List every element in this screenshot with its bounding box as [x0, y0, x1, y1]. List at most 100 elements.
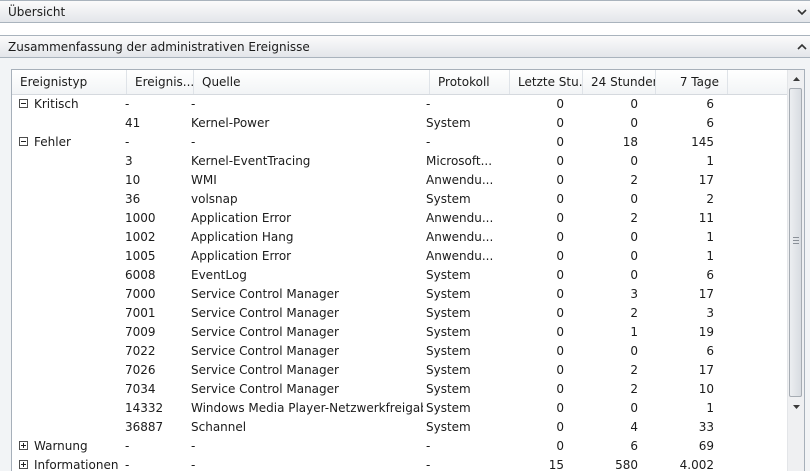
cell-event-type	[34, 247, 127, 266]
cell-24-hours: 0	[630, 344, 638, 358]
cell-7-days: 4.002	[679, 458, 714, 471]
cell-24-hours: 0	[630, 249, 638, 263]
table-row[interactable]: 1005 Application Error Anwendu... 0 0 1	[12, 247, 788, 266]
scroll-down-arrow-icon[interactable]	[788, 398, 804, 415]
cell-event-id: 1000	[125, 211, 156, 225]
table-row[interactable]: 3 Kernel-EventTracing Microsoft... 0 0 1	[12, 152, 788, 171]
table-row[interactable]: Warnung - - - 0 6 69	[12, 437, 788, 456]
column-header-source[interactable]: Quelle	[194, 70, 430, 94]
table-row[interactable]: 6008 EventLog System 0 0 6	[12, 266, 788, 285]
cell-7-days: 17	[698, 287, 714, 301]
cell-log: System	[426, 192, 471, 206]
cell-log: System	[426, 401, 471, 415]
cell-event-type	[34, 342, 127, 361]
table-row[interactable]: 36 volsnap System 0 0 2	[12, 190, 788, 209]
table-row[interactable]: 7026 Service Control Manager System 0 2 17	[12, 361, 788, 380]
cell-7-days: 69	[698, 439, 714, 453]
cell-log: Anwendu...	[426, 173, 494, 187]
cell-7-days: 10	[698, 382, 714, 396]
expand-plus-icon[interactable]	[19, 460, 28, 469]
expand-chevron-icon[interactable]	[796, 41, 808, 53]
vertical-scrollbar[interactable]	[787, 70, 804, 471]
collapse-minus-icon[interactable]	[19, 137, 28, 146]
cell-event-type	[34, 266, 127, 285]
admin-events-grid: Ereignistyp Ereignis... Quelle Protokoll…	[11, 69, 805, 471]
cell-source: Service Control Manager	[191, 382, 339, 396]
table-row[interactable]: 7001 Service Control Manager System 0 2 3	[12, 304, 788, 323]
cell-7-days: 1	[706, 401, 714, 415]
cell-7-days: 3	[706, 306, 714, 320]
cell-event-id: 1005	[125, 249, 156, 263]
cell-24-hours: 0	[630, 154, 638, 168]
cell-source: Schannel	[191, 420, 247, 434]
scrollbar-grip-icon	[793, 237, 799, 244]
table-row[interactable]: 36887 Schannel System 0 4 33	[12, 418, 788, 437]
column-header-event-id[interactable]: Ereignis...	[127, 70, 194, 94]
table-row[interactable]: 1002 Application Hang Anwendu... 0 0 1	[12, 228, 788, 247]
scrollbar-thumb[interactable]	[789, 88, 802, 397]
overview-section-header[interactable]: Übersicht	[0, 0, 810, 23]
cell-event-type	[34, 152, 127, 171]
cell-last-hour: 0	[556, 249, 564, 263]
cell-7-days: 19	[698, 325, 714, 339]
cell-log: Anwendu...	[426, 230, 494, 244]
cell-last-hour: 0	[556, 154, 564, 168]
collapse-minus-icon[interactable]	[19, 99, 28, 108]
table-row[interactable]: 7000 Service Control Manager System 0 3 17	[12, 285, 788, 304]
cell-7-days: 11	[698, 211, 714, 225]
cell-source: Service Control Manager	[191, 306, 339, 320]
table-row[interactable]: 7022 Service Control Manager System 0 0 6	[12, 342, 788, 361]
scroll-up-arrow-icon[interactable]	[788, 70, 804, 87]
cell-7-days: 6	[706, 97, 714, 111]
cell-last-hour: 0	[556, 420, 564, 434]
table-row[interactable]: 7009 Service Control Manager System 0 1 19	[12, 323, 788, 342]
cell-event-id: 7000	[125, 287, 156, 301]
table-row[interactable]: 14332 Windows Media Player-Netzwerkfreiga…	[12, 399, 788, 418]
cell-source: -	[191, 97, 196, 111]
column-header-event-type[interactable]: Ereignistyp	[12, 70, 127, 94]
admin-events-summary-header[interactable]: Zusammenfassung der administrativen Erei…	[0, 35, 810, 58]
table-row[interactable]: Fehler - - - 0 18 145	[12, 133, 788, 152]
cell-last-hour: 0	[556, 116, 564, 130]
cell-24-hours: 2	[630, 173, 638, 187]
cell-source: Application Hang	[191, 230, 294, 244]
expand-plus-icon[interactable]	[19, 441, 28, 450]
cell-24-hours: 0	[630, 97, 638, 111]
cell-event-type	[34, 304, 127, 323]
cell-24-hours: 0	[630, 268, 638, 282]
cell-source: -	[191, 135, 196, 149]
collapse-chevron-icon[interactable]	[796, 6, 808, 18]
table-row[interactable]: 7034 Service Control Manager System 0 2 10	[12, 380, 788, 399]
cell-event-id: 10	[125, 173, 141, 187]
cell-last-hour: 0	[556, 97, 564, 111]
cell-source: WMI	[191, 173, 217, 187]
cell-event-id: -	[125, 97, 130, 111]
cell-source: EventLog	[191, 268, 247, 282]
column-header-7-days[interactable]: 7 Tage	[656, 70, 728, 94]
column-header-24-hours[interactable]: 24 Stunden	[583, 70, 656, 94]
cell-source: Service Control Manager	[191, 344, 339, 358]
cell-source: Kernel-EventTracing	[191, 154, 311, 168]
cell-event-id: 7034	[125, 382, 156, 396]
cell-source: Application Error	[191, 211, 292, 225]
cell-24-hours: 0	[630, 230, 638, 244]
table-row[interactable]: 10 WMI Anwendu... 0 2 17	[12, 171, 788, 190]
table-row[interactable]: Informationen - - -15 580 4.002	[12, 456, 788, 471]
column-header-last-hour[interactable]: Letzte Stu...	[510, 70, 583, 94]
cell-log: System	[426, 325, 471, 339]
cell-log: System	[426, 344, 471, 358]
cell-last-hour: 0	[556, 135, 564, 149]
cell-last-hour: 0	[556, 211, 564, 225]
cell-last-hour: 0	[556, 287, 564, 301]
cell-24-hours: 4	[630, 420, 638, 434]
table-row[interactable]: Kritisch - - - 0 0 6	[12, 95, 788, 114]
cell-event-type: Fehler	[34, 135, 71, 149]
table-row[interactable]: 1000 Application Error Anwendu... 0 2 11	[12, 209, 788, 228]
cell-event-type	[34, 380, 127, 399]
cell-7-days: 2	[706, 192, 714, 206]
cell-event-id: 7022	[125, 344, 156, 358]
cell-7-days: 1	[706, 230, 714, 244]
table-row[interactable]: 41 Kernel-Power System 0 0 6	[12, 114, 788, 133]
column-header-log[interactable]: Protokoll	[430, 70, 510, 94]
cell-event-id: 3	[125, 154, 133, 168]
